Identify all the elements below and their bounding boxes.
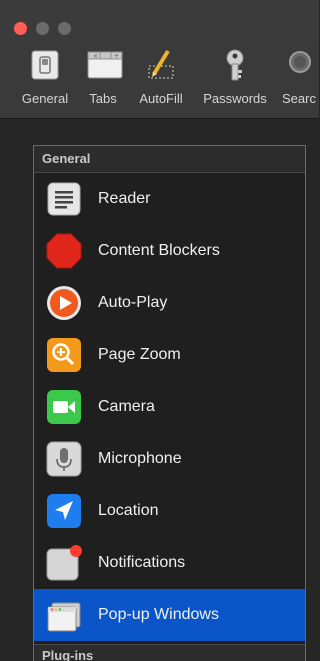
toolbar-item-tabs[interactable]: × + Tabs [80, 42, 126, 106]
title-bar [0, 0, 319, 42]
stop-sign-icon [46, 233, 82, 269]
search-icon [282, 48, 316, 82]
toolbar-item-search[interactable]: Searc [282, 42, 320, 106]
camera-icon [46, 389, 82, 425]
play-icon [46, 285, 82, 321]
reader-icon [46, 181, 82, 217]
traffic-lights [14, 22, 71, 35]
notification-badge-icon [46, 545, 82, 581]
toolbar-item-passwords[interactable]: Passwords [196, 42, 274, 106]
zoom-icon [46, 337, 82, 373]
zoom-button[interactable] [58, 22, 71, 35]
sidebar-item-notifications[interactable]: Notifications [34, 537, 305, 589]
section-header-general: General [34, 146, 305, 173]
toolbar-item-autofill[interactable]: AutoFill [132, 42, 190, 106]
sidebar-item-microphone[interactable]: Microphone [34, 433, 305, 485]
sidebar-item-page-zoom[interactable]: Page Zoom [34, 329, 305, 381]
close-button[interactable] [14, 22, 27, 35]
section-header-plugins: Plug-ins [34, 644, 305, 661]
general-switch-icon [28, 48, 62, 82]
sidebar-item-auto-play[interactable]: Auto-Play [34, 277, 305, 329]
sidebar-item-label: Page Zoom [98, 346, 181, 363]
sidebar-item-content-blockers[interactable]: Content Blockers [34, 225, 305, 277]
tabs-icon: × + [86, 48, 123, 82]
svg-text:+: + [114, 53, 119, 60]
location-arrow-icon [46, 493, 82, 529]
sidebar-item-camera[interactable]: Camera [34, 381, 305, 433]
autofill-pencil-icon [144, 48, 178, 82]
sidebar-item-label: Reader [98, 190, 151, 207]
key-icon [218, 48, 252, 82]
toolbar-label: AutoFill [139, 91, 183, 106]
sidebar-item-location[interactable]: Location [34, 485, 305, 537]
sidebar-item-label: Microphone [98, 450, 182, 467]
sidebar-item-popup-windows[interactable]: Pop-up Windows [34, 589, 305, 641]
toolbar-label: Searc [282, 91, 316, 106]
minimize-button[interactable] [36, 22, 49, 35]
websites-sidebar: General Reader Content Blockers Auto-Pla… [33, 145, 306, 661]
sidebar-item-label: Location [98, 502, 159, 519]
sidebar-item-label: Content Blockers [98, 242, 220, 259]
microphone-icon [46, 441, 82, 477]
safari-preferences-window: General × + Tabs AutoFill Passwords Sear… [0, 0, 319, 661]
toolbar-label: General [21, 91, 69, 106]
sidebar-item-label: Notifications [98, 554, 186, 571]
toolbar-item-general[interactable]: General [14, 42, 76, 106]
sidebar-item-label: Camera [98, 398, 155, 415]
preferences-toolbar: General × + Tabs AutoFill Passwords Sear… [0, 42, 319, 119]
sidebar-item-reader[interactable]: Reader [34, 173, 305, 225]
svg-text:×: × [93, 53, 98, 60]
toolbar-label: Passwords [203, 91, 267, 106]
sidebar-item-label: Auto-Play [98, 294, 168, 311]
toolbar-label: Tabs [89, 91, 117, 106]
sidebar-item-label: Pop-up Windows [98, 606, 219, 623]
popup-windows-icon [46, 597, 82, 633]
